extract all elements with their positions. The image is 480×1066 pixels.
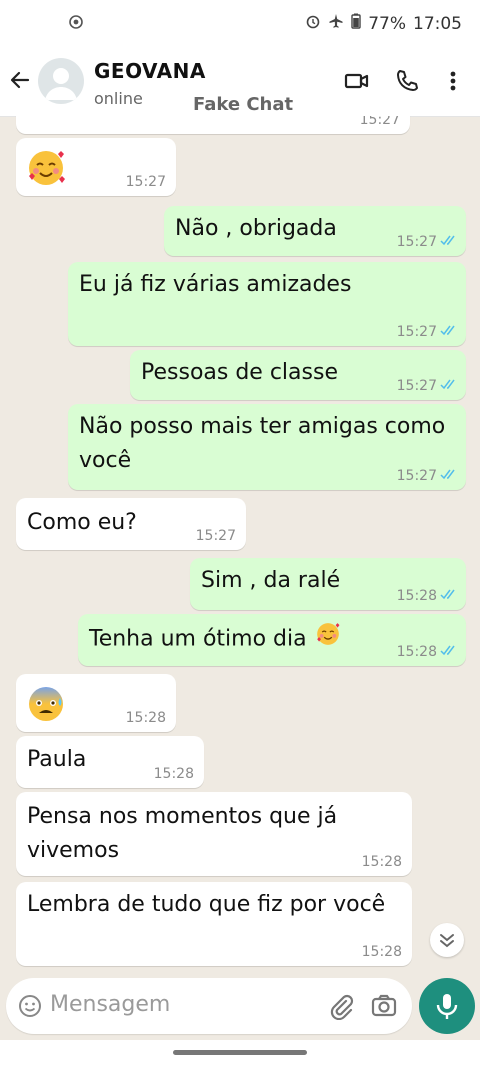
scroll-to-bottom-button[interactable]	[430, 923, 464, 957]
message-text-line2: vivemos	[27, 838, 120, 863]
message-text: Não posso mais ter amigas como	[79, 414, 446, 439]
contact-status: online	[94, 89, 143, 108]
avatar[interactable]	[38, 58, 84, 104]
chat-header: GEOVANA online Fake Chat	[0, 46, 480, 117]
home-gesture-handle[interactable]	[173, 1050, 307, 1055]
system-navigation-bar	[0, 1040, 480, 1066]
message-time: 15:27	[397, 234, 458, 250]
message-time: 15:28	[361, 944, 402, 960]
message-time: 15:27	[125, 174, 166, 190]
watermark: Fake Chat	[193, 94, 294, 115]
message-time: 15:28	[397, 644, 458, 660]
message-bubble-outgoing[interactable]: Não posso mais ter amigas como você 15:2…	[68, 404, 466, 490]
message-time: 15:27	[397, 378, 458, 394]
message-time: 15:27	[397, 468, 458, 484]
message-time: 15:27	[195, 528, 236, 544]
double-check-read-icon	[440, 324, 458, 340]
smiling-face-with-hearts-icon	[24, 146, 68, 190]
message-bubble-incoming[interactable]: Paula 15:28	[16, 736, 204, 788]
anxious-face-with-sweat-icon	[24, 682, 68, 726]
message-input[interactable]: Mensagem	[50, 992, 170, 1017]
message-time: 15:28	[361, 854, 402, 870]
message-text: Pensa nos momentos que já	[27, 804, 338, 829]
message-text: Sim , da ralé	[201, 568, 341, 593]
alarm-icon	[305, 13, 321, 34]
message-text: Lembra de tudo que fiz por você	[27, 892, 386, 917]
message-bubble-partial[interactable]: 15:27	[16, 116, 410, 134]
video-call-icon[interactable]	[344, 68, 370, 94]
message-time: 15:28	[397, 588, 458, 604]
contact-name[interactable]: GEOVANA	[94, 59, 206, 83]
double-check-read-icon	[440, 468, 458, 484]
message-bubble-outgoing[interactable]: Tenha um ótimo dia 15:28	[78, 614, 466, 666]
message-list[interactable]: 15:27 15:27 Não , obrigada 15:27 Eu já f…	[0, 116, 480, 972]
emoji-icon[interactable]	[18, 994, 42, 1022]
more-options-icon[interactable]	[445, 68, 461, 94]
message-bubble-outgoing[interactable]: Pessoas de classe 15:27	[130, 350, 466, 400]
message-text: Não , obrigada	[175, 216, 337, 241]
battery-icon	[351, 13, 361, 34]
status-bar: 77% 17:05	[0, 0, 480, 46]
back-arrow-icon[interactable]	[8, 68, 32, 92]
message-time: 15:27	[397, 324, 458, 340]
message-text: Como eu?	[27, 510, 137, 535]
voice-message-button[interactable]	[419, 978, 475, 1034]
message-bubble-incoming[interactable]: Lembra de tudo que fiz por você 15:28	[16, 882, 412, 966]
double-check-read-icon	[440, 378, 458, 394]
message-text: Tenha um ótimo dia	[89, 620, 342, 659]
message-bubble-incoming[interactable]: 15:28	[16, 674, 176, 732]
location-icon	[68, 14, 84, 34]
double-check-read-icon	[440, 588, 458, 604]
airplane-mode-icon	[328, 13, 344, 34]
clock: 17:05	[413, 13, 462, 34]
message-time: 15:28	[153, 766, 194, 782]
message-bubble-outgoing[interactable]: Sim , da ralé 15:28	[190, 558, 466, 610]
battery-percent: 77%	[368, 13, 406, 34]
message-text: Pessoas de classe	[141, 360, 338, 385]
message-time: 15:28	[125, 710, 166, 726]
attach-icon[interactable]	[328, 992, 354, 1024]
message-text: Paula	[27, 747, 87, 772]
phone-call-icon[interactable]	[394, 68, 420, 94]
double-check-read-icon	[440, 644, 458, 660]
message-time: 15:27	[359, 116, 400, 128]
double-check-read-icon	[440, 234, 458, 250]
message-bubble-outgoing[interactable]: Eu já fiz várias amizades 15:27	[68, 262, 466, 346]
message-bubble-outgoing[interactable]: Não , obrigada 15:27	[164, 206, 466, 256]
message-bubble-incoming[interactable]: 15:27	[16, 138, 176, 196]
message-text-line2: você	[79, 448, 132, 473]
message-composer[interactable]: Mensagem	[6, 978, 412, 1034]
smiling-face-with-hearts-icon	[314, 620, 342, 659]
message-bubble-incoming[interactable]: Pensa nos momentos que já vivemos 15:28	[16, 792, 412, 876]
camera-icon[interactable]	[371, 992, 397, 1022]
microphone-icon	[436, 994, 458, 1019]
message-bubble-incoming[interactable]: Como eu? 15:27	[16, 498, 246, 550]
message-text: Eu já fiz várias amizades	[79, 272, 352, 297]
chevron-double-down-icon	[440, 934, 454, 948]
